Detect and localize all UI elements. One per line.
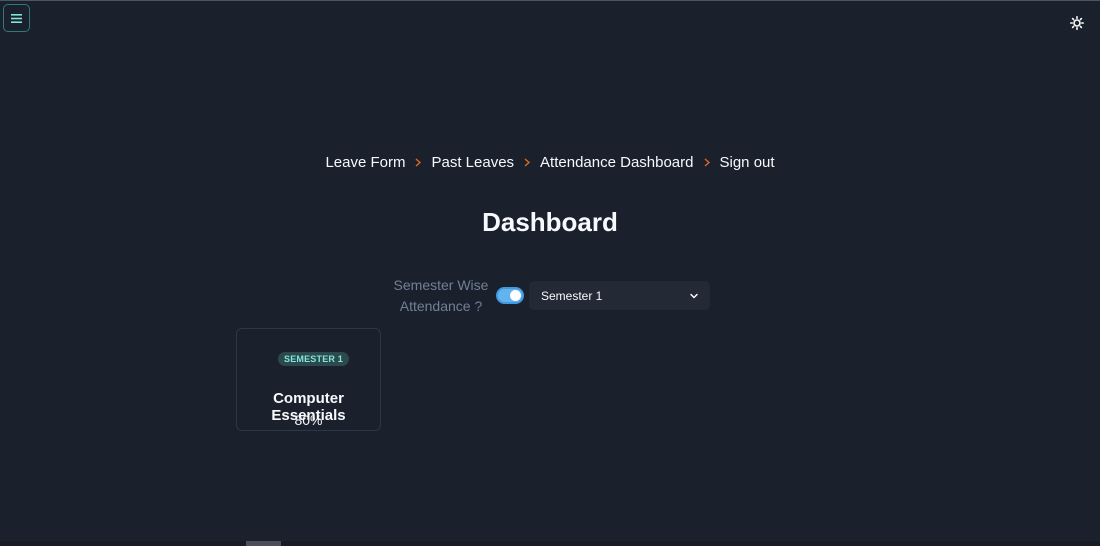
- semester-select-value: Semester 1: [541, 288, 603, 303]
- nav-breadcrumb: Leave Form Past Leaves Attendance Dashbo…: [0, 154, 1100, 171]
- course-attendance-percent: 80%: [294, 412, 323, 428]
- chevron-right-icon: [415, 158, 422, 167]
- chevron-right-icon: [524, 158, 531, 167]
- semester-wise-label-line2: Attendance ?: [399, 298, 483, 314]
- toggle-knob: [510, 290, 521, 301]
- semester-wise-label: Semester Wise Attendance ?: [388, 275, 494, 317]
- semester-wise-label-line1: Semester Wise: [393, 277, 489, 293]
- theme-toggle-button[interactable]: [1068, 14, 1086, 32]
- menu-button[interactable]: [3, 4, 30, 32]
- nav-attendance-dashboard-link[interactable]: Attendance Dashboard: [540, 154, 693, 171]
- semester-wise-toggle[interactable]: [496, 287, 524, 304]
- page-title: Dashboard: [482, 207, 618, 237]
- nav-sign-out-link[interactable]: Sign out: [720, 154, 775, 171]
- horizontal-scrollbar[interactable]: [0, 541, 1100, 546]
- hamburger-icon: [11, 13, 22, 23]
- semester-select[interactable]: Semester 1: [529, 281, 710, 310]
- horizontal-scrollbar-thumb[interactable]: [246, 541, 281, 546]
- nav-leave-form-link[interactable]: Leave Form: [325, 154, 405, 171]
- top-border: [0, 0, 1100, 1]
- course-card[interactable]: SEMESTER 1 Computer Essentials 80%: [236, 328, 381, 431]
- sun-icon: [1070, 16, 1084, 30]
- semester-badge: SEMESTER 1: [278, 352, 350, 366]
- chevron-right-icon: [704, 158, 710, 167]
- chevron-down-icon: [690, 293, 698, 299]
- nav-past-leaves-link[interactable]: Past Leaves: [431, 154, 514, 171]
